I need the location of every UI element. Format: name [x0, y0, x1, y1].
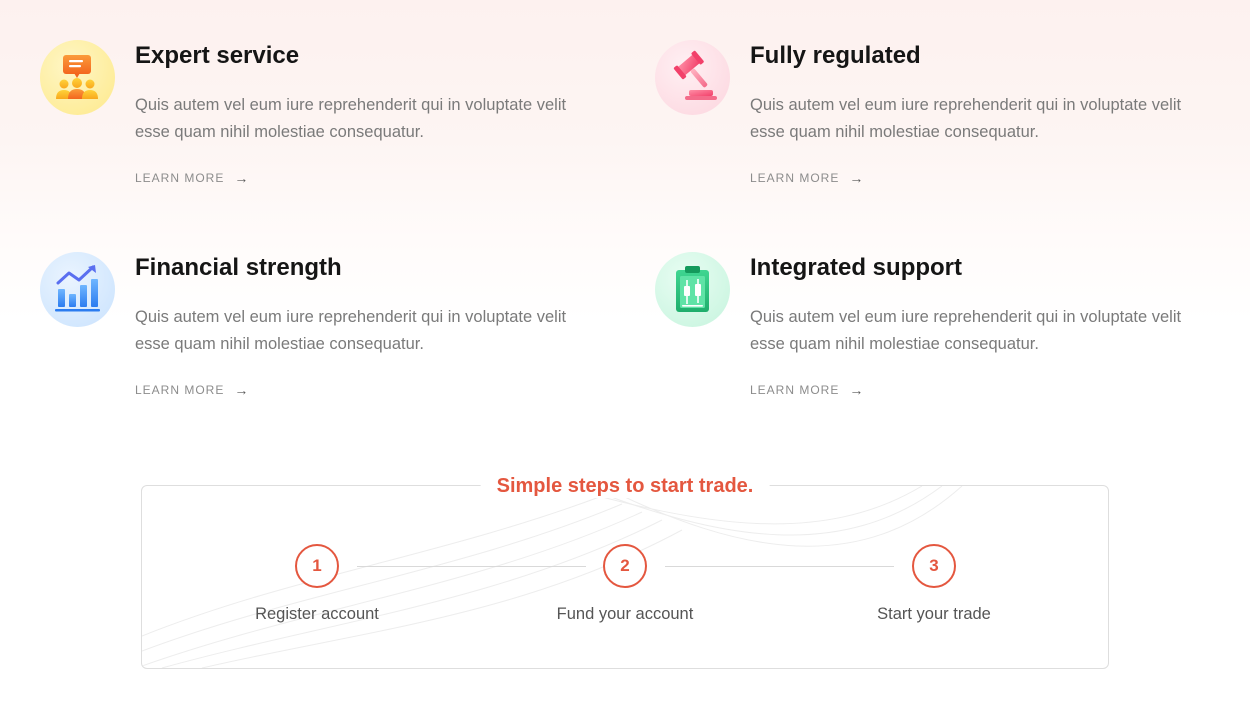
arrow-right-icon: →	[234, 382, 250, 398]
step-start-trade: 3 Start your trade	[834, 544, 1034, 625]
feature-description: Quis autem vel eum iure reprehenderit qu…	[750, 96, 1182, 141]
feature-description: Quis autem vel eum iure reprehenderit qu…	[135, 308, 567, 353]
learn-more-label: LEARN MORE	[135, 383, 225, 397]
step-label: Register account	[255, 605, 379, 623]
team-chat-icon	[40, 40, 115, 115]
feature-title: Fully regulated	[750, 42, 921, 69]
feature-title: Financial strength	[135, 254, 342, 281]
step-label: Fund your account	[556, 605, 694, 623]
feature-financial-strength: Financial strength Quis autem vel eum iu…	[40, 252, 566, 422]
learn-more-link[interactable]: LEARN MORE →	[750, 171, 864, 185]
feature-description: Quis autem vel eum iure reprehenderit qu…	[135, 96, 567, 141]
feature-title: Integrated support	[750, 254, 963, 281]
step-number-badge: 2	[603, 544, 647, 588]
learn-more-link[interactable]: LEARN MORE →	[135, 171, 249, 185]
learn-more-label: LEARN MORE	[135, 171, 225, 185]
steps-heading: Simple steps to start trade.	[480, 474, 770, 498]
growth-chart-icon	[40, 252, 115, 327]
step-register-account: 1 Register account	[217, 544, 417, 625]
learn-more-link[interactable]: LEARN MORE →	[135, 383, 249, 397]
arrow-right-icon: →	[849, 170, 865, 186]
learn-more-label: LEARN MORE	[750, 171, 840, 185]
step-number-badge: 3	[912, 544, 956, 588]
gavel-icon	[655, 40, 730, 115]
steps-panel: Simple steps to start trade. 1 Register …	[141, 474, 1109, 669]
arrow-right-icon: →	[234, 170, 250, 186]
clipboard-candlestick-icon	[655, 252, 730, 327]
step-number-badge: 1	[295, 544, 339, 588]
step-fund-account: 2 Fund your account	[525, 544, 725, 625]
learn-more-link[interactable]: LEARN MORE →	[750, 383, 864, 397]
arrow-right-icon: →	[849, 382, 865, 398]
learn-more-label: LEARN MORE	[750, 383, 840, 397]
feature-title: Expert service	[135, 42, 300, 69]
feature-expert-service: Expert service Quis autem vel eum iure r…	[40, 40, 566, 210]
step-label: Start your trade	[877, 605, 991, 623]
feature-description: Quis autem vel eum iure reprehenderit qu…	[750, 308, 1182, 353]
feature-fully-regulated: Fully regulated Quis autem vel eum iure …	[655, 40, 1181, 210]
feature-integrated-support: Integrated support Quis autem vel eum iu…	[655, 252, 1181, 422]
